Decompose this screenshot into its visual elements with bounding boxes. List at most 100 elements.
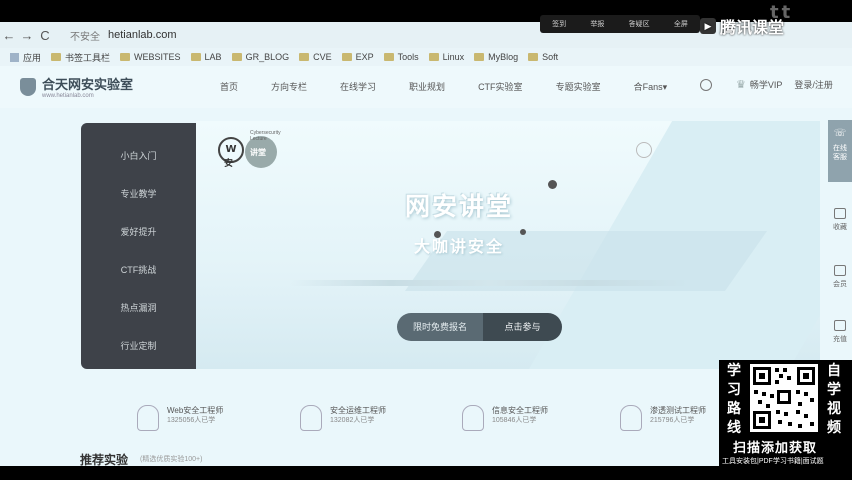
site-logo[interactable]: 合天网安实验室 www.hetianlab.com [20,74,133,99]
shield-logo-icon [20,77,36,96]
security-indicator[interactable]: 不安全 [70,28,100,43]
nav-career[interactable]: 职业规划 [409,80,445,93]
free-signup-button[interactable]: 限时免费报名 [397,313,483,341]
main-nav: 首页 方向专栏 在线学习 职业规划 CTF实验室 专题实验室 合Fans▾ [220,80,700,93]
promo-char: 频 [827,420,841,436]
header-actions: ♛ 畅学VIP 登录/注册 [700,78,833,91]
folder-icon [428,53,439,61]
promo-char: 习 [727,382,741,398]
career-path-infosec[interactable]: 信息安全工程师 105846人已学 [462,405,548,431]
nav-home[interactable]: 首页 [220,80,238,93]
reload-button[interactable]: C [36,28,54,43]
recommended-subtitle: (精选优质实验100+) [140,456,203,463]
nav-ctf-lab[interactable]: CTF实验室 [478,80,523,93]
banner-cta: 限时免费报名 点击参与 [397,313,562,341]
career-path-pentest[interactable]: 渗透测试工程师 215796人已学 [620,405,706,431]
nav-online-learning[interactable]: 在线学习 [340,80,376,93]
bookmark-folder[interactable]: EXP [341,52,374,62]
folder-icon [474,53,485,61]
bookmark-folder[interactable]: MyBlog [474,52,518,62]
rail-label: 在线客服 [833,145,847,161]
bookmark-label: Soft [542,52,559,62]
qa-button[interactable]: 答疑区 [629,19,650,29]
bookmark-folder[interactable]: Tools [383,52,419,62]
online-service-button[interactable]: ☏ 在线客服 [828,120,852,182]
bookmark-label: 应用 [23,52,42,63]
join-button[interactable]: 点击参与 [483,313,562,341]
path-title: Web安全工程师 [167,406,224,415]
folder-icon [383,53,394,61]
bookmark-label: EXP [355,52,374,62]
bookmark-label: Linux [442,52,465,62]
rail-label: 充值 [833,336,847,343]
play-icon: ▶ [700,18,716,34]
career-path-web[interactable]: Web安全工程师 1325056人已学 [137,405,223,431]
promo-char: 路 [727,401,741,417]
path-title: 信息安全工程师 [492,406,548,415]
menu-item-professional[interactable]: 专业教学 [81,187,196,200]
nav-special-lab[interactable]: 专题实验室 [556,80,601,93]
bookmark-folder[interactable]: Soft [528,52,558,62]
bookmark-folder[interactable]: Linux [428,52,465,62]
bookmark-folder[interactable]: 书签工具栏 [51,51,110,64]
bookmarks-bar: 应用 书签工具栏 WEBSITES LAB GR_BLOG CVE EXP To… [0,48,852,66]
bookmark-label: LAB [204,52,222,62]
menu-item-hot-vulns[interactable]: 热点漏洞 [81,301,196,314]
banner-blurred-text [290,280,690,286]
site-header: 合天网安实验室 www.hetianlab.com 首页 方向专栏 在线学习 职业… [0,66,852,108]
bookmark-label: Tools [397,52,419,62]
back-button[interactable]: ← [0,28,18,43]
forward-button[interactable]: → [18,28,36,43]
tencent-class-logo: ▶ 腾讯课堂 [700,14,784,38]
member-button[interactable]: 会员 [828,265,852,289]
crown-icon [834,265,846,276]
bottom-letterbox [0,466,852,480]
search-icon[interactable] [700,78,712,91]
partner-badge [636,142,656,158]
checkin-button[interactable]: 签到 [552,19,566,29]
folder-icon [341,53,352,61]
recommended-heading: 推荐实验 [80,453,129,467]
nav-fans[interactable]: 合Fans▾ [634,80,668,93]
menu-item-beginner[interactable]: 小白入门 [81,149,196,162]
url-field[interactable]: hetianlab.com [108,29,177,41]
apps-icon [10,52,19,62]
path-title: 安全运维工程师 [330,406,386,415]
favorite-button[interactable]: 收藏 [828,208,852,232]
nav-topics[interactable]: 方向专栏 [271,80,307,93]
promo-char: 学 [727,363,741,379]
decor-dot [548,180,557,189]
banner-subtitle: 大咖讲安全 [414,237,505,256]
report-button[interactable]: 举报 [590,19,604,29]
folder-icon [231,53,242,61]
brand-text: 腾讯课堂 [720,20,785,37]
star-icon [834,208,846,219]
tencent-class-toolbar: 签到 举报 答疑区 全屏 [540,15,700,33]
career-path-ops[interactable]: 安全运维工程师 132082人已学 [300,405,386,431]
qr-code[interactable] [750,364,818,432]
folder-icon [120,53,131,61]
fullscreen-button[interactable]: 全屏 [674,19,688,29]
vip-link[interactable]: 畅学VIP [750,78,783,91]
bookmark-folder[interactable]: CVE [299,52,332,62]
bookmark-label: MyBlog [488,52,519,62]
path-count: 105846人已学 [492,417,537,424]
bookmark-folder[interactable]: LAB [190,52,222,62]
menu-item-ctf[interactable]: CTF挑战 [81,263,196,276]
promo-left-text: 学 习 路 线 [725,362,743,438]
recharge-button[interactable]: 充值 [828,320,852,344]
bookmark-apps[interactable]: 应用 [10,51,41,64]
menu-item-hobby[interactable]: 爱好提升 [81,225,196,238]
promo-char: 视 [827,401,841,417]
bookmark-folder[interactable]: WEBSITES [120,52,181,62]
logo-title: 合天网安实验室 [42,77,134,92]
rail-label: 收藏 [833,224,847,231]
bookmark-folder[interactable]: GR_BLOG [231,52,289,62]
banner-title: 网安讲堂 [405,192,514,221]
menu-item-custom[interactable]: 行业定制 [81,339,196,352]
path-count: 215796人已学 [650,417,695,424]
login-link[interactable]: 登录/注册 [794,78,833,91]
site-logo-text: 合天网安实验室 www.hetianlab.com [42,74,133,99]
person-icon [137,405,159,431]
bookmark-label: 书签工具栏 [65,52,111,63]
